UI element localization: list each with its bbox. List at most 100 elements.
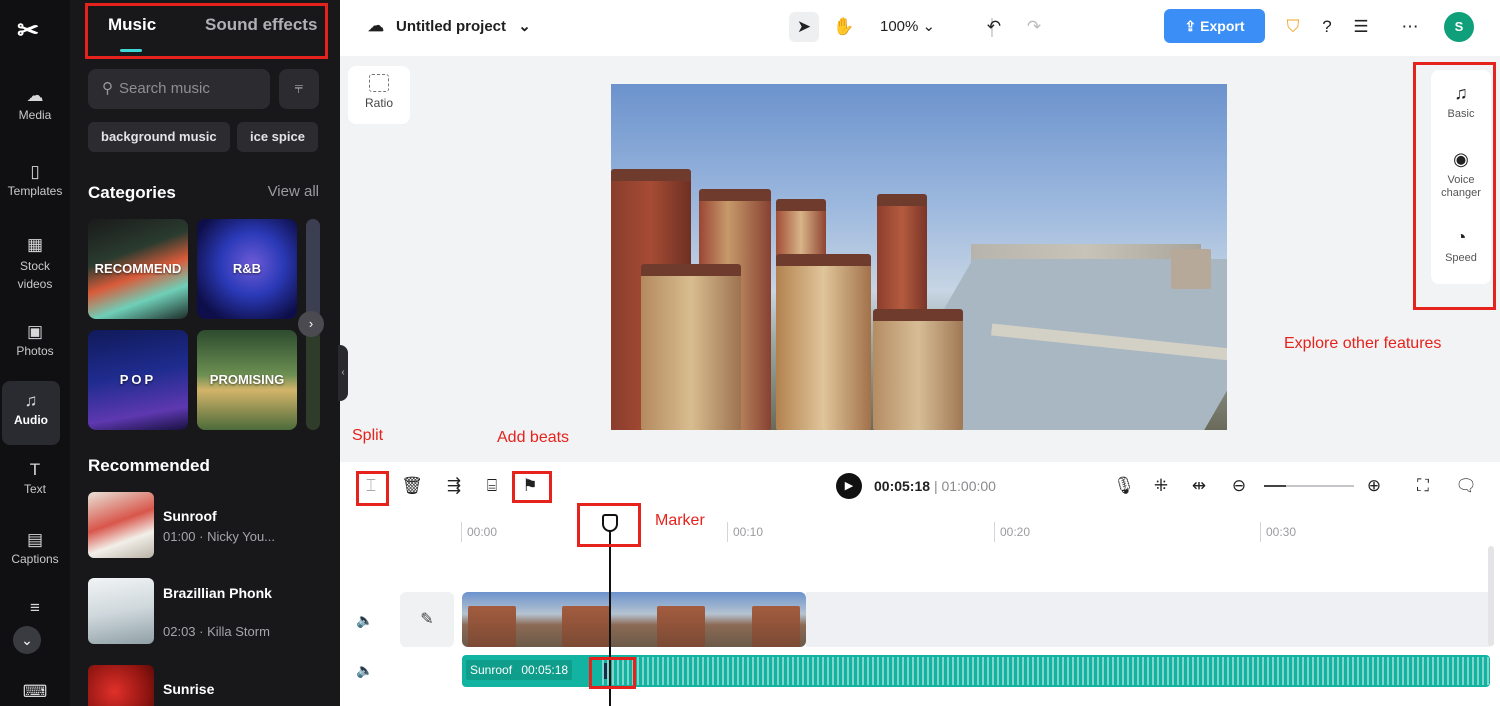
shield-icon[interactable]: ⛉ [1278,12,1308,42]
rail-item-captions[interactable]: ▤ Captions [0,530,70,566]
rail-item-media[interactable]: ☁ Media [0,86,70,122]
help-icon[interactable]: ? [1312,12,1342,42]
category-pop[interactable]: POP [88,330,188,430]
speaker-icon[interactable]: 🔈 [356,612,373,629]
rail-item-label: Captions [11,552,59,566]
category-promising[interactable]: PROMISING [197,330,297,430]
project-title-dropdown[interactable]: ☁ Untitled project ⌄ [368,16,531,36]
chevron-down-icon[interactable]: ⌄ [13,626,41,654]
rail-item-keyboard[interactable]: ⌨ [0,682,70,704]
play-button[interactable]: ▶ [836,473,862,499]
filter-icon: ⫧ [294,80,304,97]
link-clips-icon[interactable]: ⇹ [1187,474,1211,498]
freeze-icon[interactable]: ⌸ [480,474,504,498]
chevron-down-icon: ⌄ [518,18,531,35]
rail-item-text[interactable]: T Text [0,460,70,496]
keyboard-icon: ⌨ [22,682,48,701]
microphone-icon[interactable]: 🎙 [1112,474,1136,498]
building [1171,249,1211,289]
track-thumbnail [88,665,154,706]
music-panel: Music Sound effects ⚲ Search music ⫧ back… [70,0,340,706]
track-item[interactable]: Sunroof 01:00 · Nicky You... [88,492,328,560]
rail-item-photos[interactable]: ▣ Photos [0,322,70,358]
audio-waveform [602,657,1490,685]
audio-note-icon: ♫ [24,391,38,410]
export-label: Export [1200,18,1245,34]
layers-icon[interactable]: ☰ [1346,12,1376,42]
annotation-features-box [1413,62,1496,310]
zoom-dropdown[interactable]: 100% ⌄ [880,17,935,35]
redo-icon[interactable]: ↷ [1019,12,1049,42]
timeline-zoom-slider[interactable] [1264,485,1354,487]
photos-icon: ▣ [26,322,44,341]
chip-ice-spice[interactable]: ice spice [237,122,318,152]
vertical-scrollbar[interactable] [1488,546,1494,646]
zoom-out-icon[interactable]: ⊖ [1227,474,1251,498]
undo-icon[interactable]: ↶ [979,12,1009,42]
building [873,309,963,430]
rail-item-label: Text [23,482,46,496]
rail-item-audio[interactable]: ♫ Audio [2,381,60,445]
building [776,254,871,430]
track-title: Sunrise [163,681,215,697]
transcript-icon: ≡ [30,598,40,617]
panel-collapse-handle[interactable]: ‹ [338,345,348,401]
view-all-link[interactable]: View all [268,183,319,200]
hand-pan-icon[interactable]: ✋ [829,12,859,42]
clip-frame [752,606,800,647]
more-options-icon[interactable]: ⋯ [1395,12,1425,42]
track-item[interactable]: Sunrise [88,665,328,706]
categories-title: Categories [88,183,176,202]
video-clip[interactable] [462,592,806,647]
filter-button[interactable]: ⫧ [279,69,319,109]
audio-clip-time: 00:05:18 [521,663,569,677]
category-rnb[interactable]: R&B [197,219,297,319]
zoom-value: 100% [880,18,919,35]
capcut-editor: ✂ ☁ Media ▯ Templates ▦ Stock videos ▣ P… [0,0,1500,706]
ratio-button[interactable]: Ratio [348,66,410,124]
rail-item-transcript[interactable]: ≡ [0,598,70,620]
track-item[interactable]: Brazillian Phonk 02:03 · Killa Storm [88,578,328,646]
ruler-label: 00:20 [1000,525,1031,539]
playback-time: 00:05:18 | 01:00:00 [874,478,996,494]
track-thumbnail [88,492,154,558]
export-button[interactable]: ⇪ Export [1164,9,1265,43]
edit-cover-button[interactable]: ✎ [400,592,454,647]
annotation-add-beats: Add beats [497,429,570,446]
stock-videos-icon: ▦ [26,235,44,254]
category-recommend[interactable]: RECOMMEND [88,219,188,319]
pencil-icon: ✎ [420,611,434,628]
select-pointer-icon[interactable]: ➤ [789,12,819,42]
rail-item-label: Photos [16,344,54,358]
search-music-input[interactable]: ⚲ Search music [88,69,270,109]
annotation-explore: Explore other features [1284,335,1442,352]
capcut-logo-icon[interactable]: ✂ [14,16,42,44]
chevron-right-icon[interactable]: › [298,311,324,337]
timeline: 00:00 00:10 00:20 00:30 🔈 🔈 ✎ Sunroof 00… [340,510,1500,706]
comment-icon[interactable]: 🗨 [1454,474,1478,498]
avatar[interactable]: S [1444,12,1474,42]
rail-item-stock-videos[interactable]: ▦ Stock videos [0,235,70,293]
rail-item-label: Audio [14,413,48,427]
search-icon: ⚲ [102,80,113,97]
captions-icon: ▤ [26,530,44,549]
ruler-tick [1260,522,1261,542]
fit-screen-icon[interactable]: ⛶ [1411,474,1435,498]
zoom-in-icon[interactable]: ⊕ [1362,474,1386,498]
speaker-icon[interactable]: 🔈 [356,662,373,679]
chevron-down-icon: ⌄ [922,18,936,35]
annotation-tabs-box [85,3,328,59]
ratio-label: Ratio [364,96,393,110]
media-cloud-icon: ☁ [26,86,44,105]
chip-background-music[interactable]: background music [88,122,230,152]
auto-snap-icon[interactable]: ⁜ [1149,474,1173,498]
audio-clip-name: Sunroof [470,663,513,677]
track-title: Sunroof [163,508,217,524]
trim-icon[interactable]: ⇶ [442,474,466,498]
category-peek[interactable] [306,330,320,430]
category-peek[interactable] [306,219,320,319]
rail-item-templates[interactable]: ▯ Templates [0,162,70,198]
delete-icon[interactable]: 🗑 [400,474,424,498]
ruler-label: 00:30 [1266,525,1297,539]
upload-icon: ⇪ [1184,18,1201,34]
